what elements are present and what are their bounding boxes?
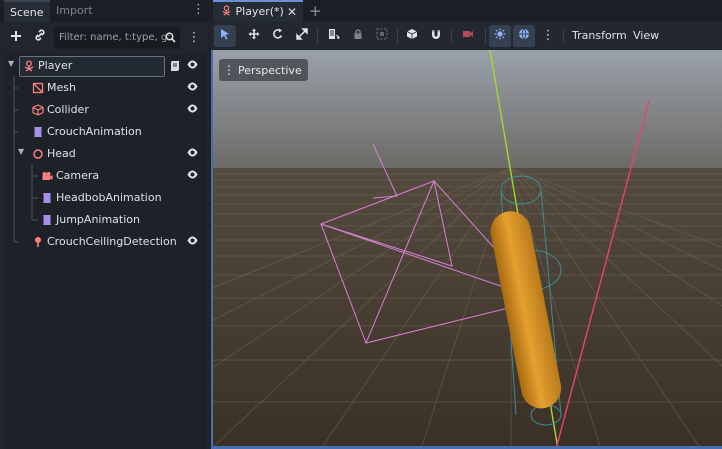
toggle-environment-button[interactable] [513,25,535,47]
visibility-eye-icon[interactable] [187,170,198,179]
lock-button[interactable] [347,25,369,47]
node-label: Head [47,147,76,160]
toolbar-separator [485,28,486,44]
toolbar-separator [397,28,398,44]
collider-icon [32,104,44,116]
link-icon [35,29,45,41]
plus-icon [11,31,21,41]
scene-tab-player[interactable]: Player(*) ✕ [213,0,303,22]
scene-dock-tabs: Scene Import ⋮ [0,0,209,22]
visibility-eye-icon[interactable] [187,104,198,113]
node-label: HeadbobAnimation [56,191,162,204]
tab-scene[interactable]: Scene [4,0,50,22]
tree-row-headbob-animation[interactable]: HeadbobAnimation [4,187,206,209]
camera-icon [42,172,53,180]
rotate-icon [273,28,283,39]
filter-placeholder: Filter: name, t:type, g: [59,32,171,43]
group-icon [376,28,388,40]
cube-icon [406,29,418,39]
scene-dock: Scene Import ⋮ ⋮ Filter: name, t:type, g… [0,0,209,449]
list-select-button[interactable] [323,25,345,47]
visibility-eye-icon[interactable] [187,236,198,245]
raycast-icon [35,237,41,247]
list-icon [329,29,341,40]
visibility-eye-icon[interactable] [187,60,198,69]
tree-row-head[interactable]: ▼ Head [4,143,206,165]
camera-preview-button[interactable] [457,25,479,47]
move-icon [248,28,260,40]
tree-row-mesh[interactable]: Mesh [4,77,206,99]
add-node-button[interactable] [6,27,26,49]
mesh-icon [32,82,44,94]
player-icon [24,60,34,72]
node-label: CrouchAnimation [47,125,142,138]
group-button[interactable] [371,25,393,47]
collapse-arrow-icon[interactable]: ▼ [8,59,14,68]
node-label: Collider [47,103,89,116]
scale-icon [296,28,308,40]
node-label: JumpAnimation [56,213,140,226]
tree-row-crouch-animation[interactable]: CrouchAnimation [4,121,206,143]
scale-tool-button[interactable] [291,25,313,47]
viewport-focus-border-left [211,50,213,449]
node3d-icon [33,149,43,159]
perspective-menu-button[interactable]: ⋮ Perspective [219,59,308,81]
sun-icon [494,28,506,40]
rotate-tool-button[interactable] [267,25,289,47]
toolbar-separator [563,28,564,44]
dock-menu-icon[interactable]: ⋮ [192,2,205,17]
magnet-icon [432,30,440,39]
scene-tab-title: Player(*) [235,5,284,18]
lock-icon [354,29,362,39]
menu-dots-icon: ⋮ [223,63,235,77]
node-label: Player [38,59,73,72]
transform-menu[interactable]: Transform [572,29,627,42]
animation-icon [43,193,51,203]
3d-viewport[interactable]: ⋮ Perspective [211,50,722,449]
tree-row-crouch-ceiling-detection[interactable]: CrouchCeilingDetection [4,231,206,253]
camera-icon [463,31,473,37]
snap-button[interactable] [425,25,447,47]
tree-row-camera[interactable]: Camera [4,165,206,187]
toggle-sun-button[interactable] [489,25,511,47]
cursor-icon [221,29,229,40]
view-menu[interactable]: View [633,29,659,42]
animation-icon [43,215,51,225]
toolbar-separator [317,28,318,44]
tab-import[interactable]: Import [50,0,99,22]
visibility-eye-icon[interactable] [187,148,198,157]
scene-tree: ▼ Player Mesh Collider CrouchAnimation ▼… [4,54,206,449]
tree-row-jump-animation[interactable]: JumpAnimation [4,209,206,231]
close-icon[interactable]: ✕ [287,2,297,22]
collapse-arrow-icon[interactable]: ▼ [18,147,24,156]
instance-scene-button[interactable] [30,27,50,49]
scene-menu-icon[interactable]: ⋮ [184,27,204,49]
animation-icon [34,127,42,137]
toolbar-separator [451,28,452,44]
player-icon [222,5,231,16]
editor-area: Player(*) ✕ + ⋮ Transform View ⋮ Perspec… [211,0,722,449]
environment-menu-icon[interactable]: ⋮ [537,25,559,47]
node-label: Camera [56,169,100,182]
add-tab-button[interactable]: + [309,2,322,20]
tree-row-collider[interactable]: Collider [4,99,206,121]
script-icon[interactable] [170,60,180,72]
globe-icon [519,28,529,40]
tree-row-player[interactable]: ▼ Player [4,55,206,77]
perspective-label: Perspective [238,64,302,77]
node-label: CrouchCeilingDetection [47,235,177,248]
select-tool-button[interactable] [214,25,236,47]
move-tool-button[interactable] [243,25,265,47]
node-label: Mesh [47,81,76,94]
filter-nodes-input[interactable]: Filter: name, t:type, g: [54,27,180,49]
local-space-button[interactable] [401,25,423,47]
scene-tabs: Player(*) ✕ + [211,0,722,22]
visibility-eye-icon[interactable] [187,82,198,91]
viewport-toolbar: ⋮ Transform View [211,22,722,50]
viewport-scene [211,50,722,449]
search-icon [165,27,176,49]
